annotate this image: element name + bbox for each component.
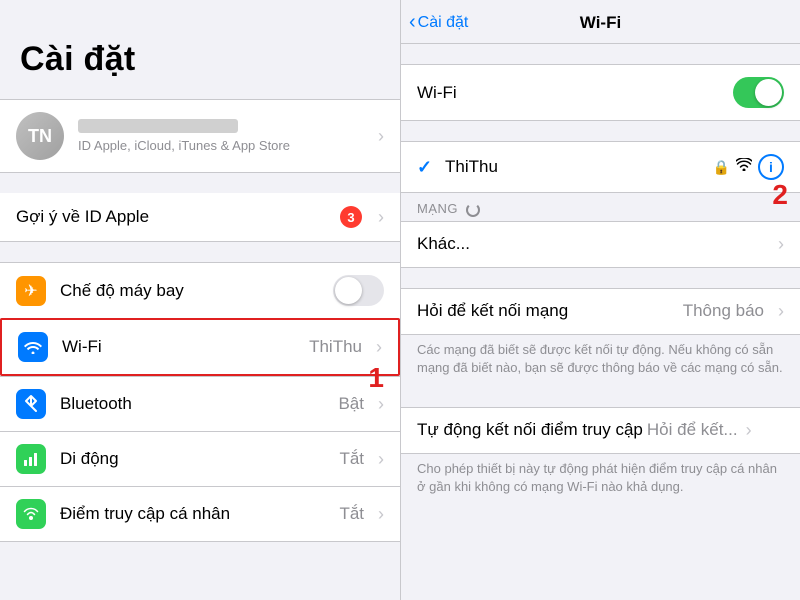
wifi-section: Wi-Fi	[401, 64, 800, 121]
right-panel: ‹ Cài đặt Wi-Fi Wi-Fi ✓ ThiThu 🔒	[400, 0, 800, 600]
cellular-icon	[16, 444, 46, 474]
left-header: Cài đặt	[0, 0, 400, 89]
airplane-toggle[interactable]	[333, 275, 384, 306]
account-subtitle: ID Apple, iCloud, iTunes & App Store	[78, 138, 370, 153]
toggle-knob	[335, 277, 362, 304]
wifi-label: Wi-Fi	[62, 337, 309, 357]
hotspot-value: Tắt	[339, 504, 364, 524]
account-name-bar	[78, 119, 238, 133]
chevron-right-icon: ›	[376, 337, 382, 358]
hotspot-row[interactable]: Điểm truy cập cá nhân Tắt ›	[0, 486, 400, 542]
wifi-toggle[interactable]	[733, 77, 784, 108]
wifi-toggle-label: Wi-Fi	[417, 83, 733, 103]
right-header: ‹ Cài đặt Wi-Fi	[401, 0, 800, 44]
chevron-right-icon: ›	[378, 394, 384, 415]
wifi-icon	[18, 332, 48, 362]
other-label: Khác...	[417, 234, 770, 254]
suggestion-label: Gợi ý về ID Apple	[16, 207, 340, 227]
lock-icon: 🔒	[713, 159, 730, 176]
auto-description: Cho phép thiết bị này tự động phát hiện …	[401, 454, 800, 506]
page-title: Cài đặt	[20, 40, 380, 79]
ask-value: Thông báo	[683, 301, 764, 321]
ask-description: Các mạng đã biết sẽ được kết nối tự động…	[401, 335, 800, 387]
right-title: Wi-Fi	[580, 13, 621, 33]
info-button[interactable]: i	[758, 154, 784, 180]
account-info: ID Apple, iCloud, iTunes & App Store	[78, 119, 370, 153]
ask-row[interactable]: Hỏi để kết nối mạng Thông báo ›	[401, 288, 800, 335]
step-1-label: 1	[368, 362, 384, 394]
bluetooth-icon	[16, 389, 46, 419]
chevron-right-icon: ›	[378, 126, 384, 147]
network-row[interactable]: ✓ ThiThu 🔒 i	[401, 141, 800, 193]
toggle-on-knob	[755, 79, 782, 106]
wifi-value: ThiThu	[309, 337, 362, 357]
step-2-label: 2	[772, 179, 788, 211]
back-label: Cài đặt	[418, 14, 469, 32]
wifi-row[interactable]: Wi-Fi ThiThu ›	[0, 318, 400, 376]
suggestion-badge: 3	[340, 206, 362, 228]
chevron-right-icon: ›	[778, 234, 784, 255]
suggestion-row[interactable]: Gợi ý về ID Apple 3 ›	[0, 193, 400, 242]
avatar: TN	[16, 112, 64, 160]
chevron-right-icon: ›	[378, 504, 384, 525]
airplane-label: Chế độ máy bay	[60, 281, 333, 301]
cellular-value: Tắt	[339, 449, 364, 469]
back-chevron-icon: ‹	[409, 11, 416, 34]
cellular-label: Di động	[60, 449, 339, 469]
other-row[interactable]: Khác... ›	[401, 221, 800, 268]
checkmark-icon: ✓	[417, 157, 437, 178]
network-row-container: ✓ ThiThu 🔒 i 2	[401, 121, 800, 193]
wifi-signal-icon	[736, 158, 752, 176]
auto-join-row[interactable]: Tự động kết nối điểm truy cập Hỏi để kết…	[401, 407, 800, 454]
settings-group-connectivity: ✈ Chế độ máy bay Wi-Fi ThiThu ›	[0, 262, 400, 542]
left-panel: Cài đặt TN ID Apple, iCloud, iTunes & Ap…	[0, 0, 400, 600]
hotspot-label: Điểm truy cập cá nhân	[60, 504, 339, 524]
ask-label: Hỏi để kết nối mạng	[417, 301, 683, 321]
bluetooth-row[interactable]: Bluetooth Bật ›	[0, 376, 400, 431]
cellular-row[interactable]: Di động Tắt ›	[0, 431, 400, 486]
network-icons: 🔒 i	[713, 154, 784, 180]
account-row[interactable]: TN ID Apple, iCloud, iTunes & App Store …	[0, 99, 400, 173]
hotspot-icon	[16, 499, 46, 529]
airplane-icon: ✈	[16, 276, 46, 306]
chevron-right-icon: ›	[746, 420, 752, 441]
back-button[interactable]: ‹ Cài đặt	[409, 11, 468, 34]
mang-section-title: MẠNG	[401, 193, 800, 221]
wifi-row-container: Wi-Fi ThiThu › 1	[0, 318, 400, 376]
auto-join-label: Tự động kết nối điểm truy cập	[417, 420, 643, 440]
bluetooth-value: Bật	[338, 394, 364, 414]
loading-icon	[466, 203, 480, 217]
wifi-toggle-row[interactable]: Wi-Fi	[401, 64, 800, 121]
chevron-right-icon: ›	[378, 449, 384, 470]
chevron-right-icon: ›	[778, 301, 784, 322]
airplane-row[interactable]: ✈ Chế độ máy bay	[0, 262, 400, 318]
bluetooth-label: Bluetooth	[60, 394, 338, 414]
network-name: ThiThu	[445, 157, 713, 177]
auto-join-value: Hỏi để kết...	[647, 420, 738, 440]
chevron-right-icon: ›	[378, 207, 384, 228]
